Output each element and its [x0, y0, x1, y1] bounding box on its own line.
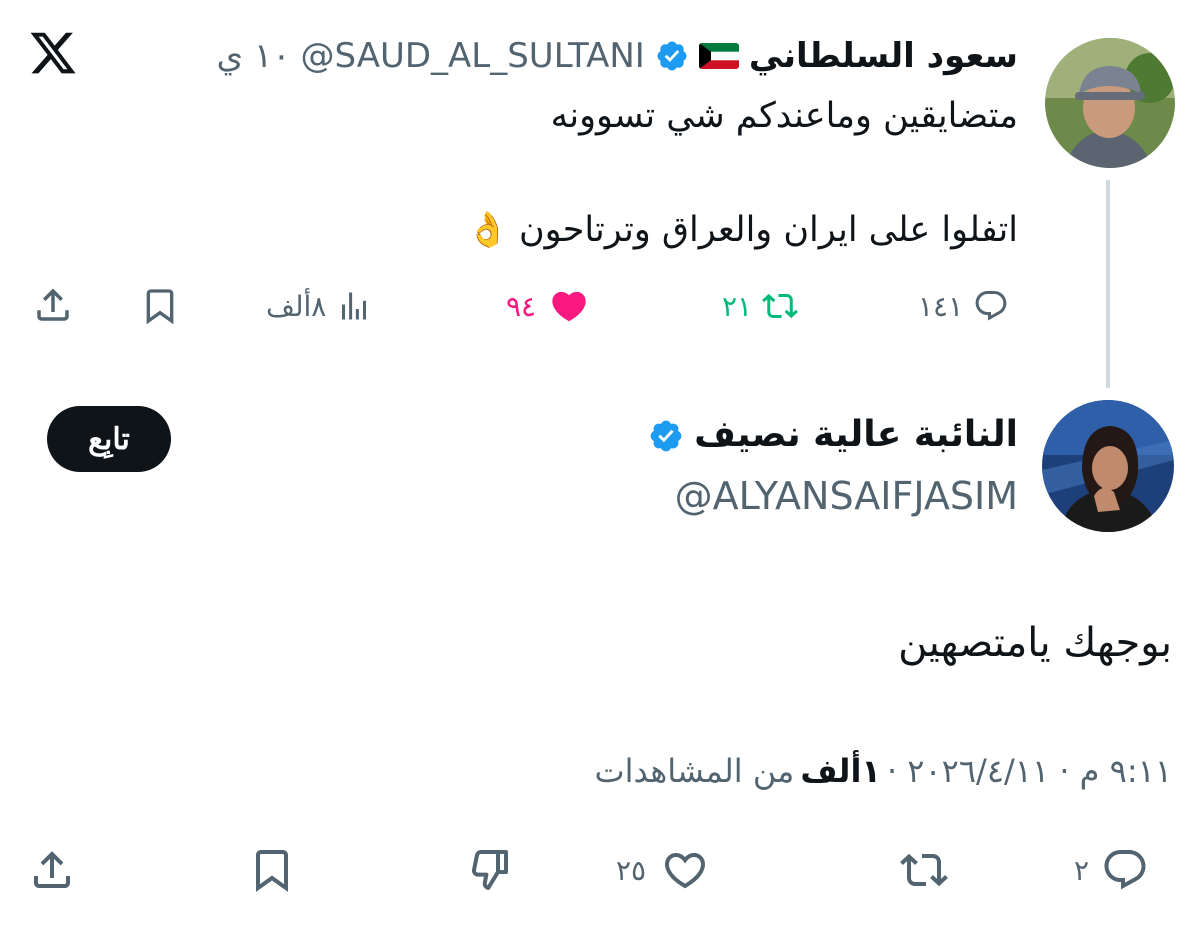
- verified-badge-icon: [655, 39, 689, 73]
- quoted-like-count: ٩٤: [506, 289, 537, 323]
- x-logo-icon: [28, 28, 78, 78]
- tweet-meta: ٩:١١ م · ٢٠٢٦/٤/١١ · ١ألف من المشاهدات: [595, 752, 1172, 790]
- repost-icon: [762, 288, 798, 324]
- tweet-views-count: ١ألف: [800, 752, 881, 790]
- reply-button[interactable]: ٢: [1074, 846, 1149, 894]
- quoted-reply-count: ١٤١: [918, 289, 964, 323]
- quoted-bookmark-button[interactable]: [140, 286, 180, 326]
- quoted-reply-button[interactable]: ١٤١: [918, 288, 1009, 324]
- quoted-repost-count: ٢١: [722, 289, 753, 323]
- author-name[interactable]: النائبة عالية نصيف: [694, 414, 1018, 455]
- tweet-text: بوجهك يامتصهين: [898, 620, 1172, 666]
- heart-icon: [658, 846, 712, 894]
- bookmark-icon: [140, 286, 180, 326]
- views-chart-icon: [336, 288, 372, 324]
- quoted-share-button[interactable]: [32, 284, 74, 326]
- quoted-author-name[interactable]: سعود السلطاني: [749, 36, 1018, 76]
- heart-filled-icon: [546, 286, 592, 326]
- share-button[interactable]: [28, 846, 76, 894]
- share-icon: [28, 846, 76, 894]
- quoted-tweet-text: اتفلوا على ايران والعراق وترتاحون: [518, 210, 1018, 250]
- quoted-tweet-header: سعود السلطاني @SAUD_AL_SULTANI ١٠ ي: [217, 30, 1018, 82]
- quoted-author-handle[interactable]: @SAUD_AL_SULTANI: [300, 36, 644, 76]
- like-count: ٢٥: [616, 853, 647, 887]
- bookmark-button[interactable]: [248, 846, 296, 894]
- repost-icon: [900, 846, 948, 894]
- tweet-views-label: من المشاهدات: [594, 752, 795, 790]
- dislike-button[interactable]: [466, 846, 514, 894]
- reply-icon: [973, 288, 1009, 324]
- ok-hand-emoji: 👌: [466, 210, 509, 250]
- quoted-author-avatar[interactable]: [1045, 38, 1175, 168]
- reply-count: ٢: [1074, 853, 1090, 887]
- author-handle[interactable]: @ALYANSAIFJASIM: [675, 474, 1018, 518]
- thread-connector-line: [1106, 180, 1110, 388]
- quoted-tweet-text-line2: اتفلوا على ايران والعراق وترتاحون 👌: [467, 210, 1018, 250]
- quoted-views-count: ٨ألف: [266, 289, 327, 323]
- tweet-timestamp[interactable]: ٩:١١ م · ٢٠٢٦/٤/١١ ·: [887, 752, 1172, 790]
- kuwait-flag-icon: [698, 43, 739, 69]
- quoted-repost-button[interactable]: ٢١: [722, 288, 798, 324]
- author-header: النائبة عالية نصيف: [650, 414, 1018, 455]
- repost-button[interactable]: [900, 846, 948, 894]
- follow-button[interactable]: تابِع: [47, 406, 171, 472]
- author-avatar[interactable]: [1042, 400, 1174, 532]
- quoted-tweet-time[interactable]: ١٠ ي: [217, 36, 291, 76]
- verified-badge-icon: [650, 418, 684, 452]
- thumbs-down-icon: [466, 846, 514, 894]
- bookmark-icon: [248, 846, 296, 894]
- reply-icon: [1101, 846, 1149, 894]
- quoted-like-button[interactable]: ٩٤: [506, 286, 592, 326]
- like-button[interactable]: ٢٥: [616, 846, 712, 894]
- quoted-tweet-text-line1: متضايقين وماعندكم شي تسوونه: [550, 96, 1018, 136]
- share-icon: [32, 284, 74, 326]
- quoted-views[interactable]: ٨ألف: [266, 288, 372, 324]
